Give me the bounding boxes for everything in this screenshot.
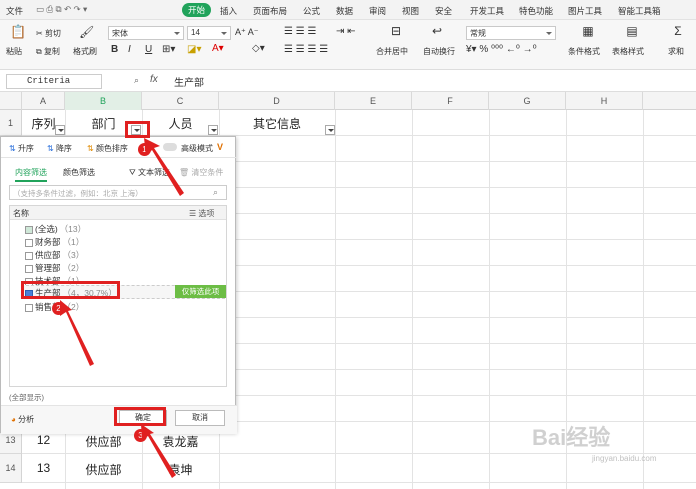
arrow-2 bbox=[60, 300, 94, 366]
arrow-1 bbox=[144, 138, 184, 196]
annotation-arrows bbox=[60, 138, 184, 478]
watermark-url: jingyan.baidu.com bbox=[592, 454, 657, 463]
watermark-logo: Bai经验 bbox=[532, 425, 611, 450]
arrow-3 bbox=[141, 424, 176, 478]
